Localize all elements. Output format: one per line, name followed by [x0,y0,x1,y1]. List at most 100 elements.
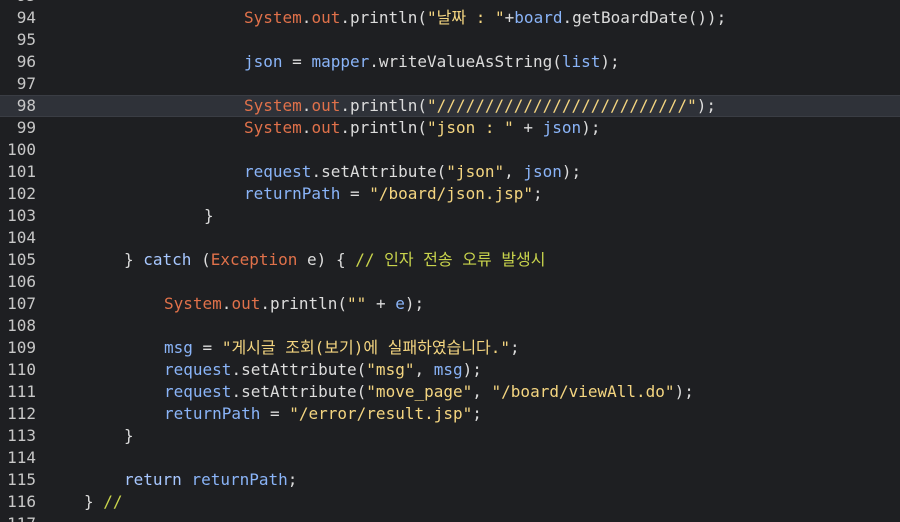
code-token: request [164,360,232,379]
code-line[interactable]: 112 returnPath = "/error/result.jsp"; [0,403,900,425]
code-token: } [124,426,134,445]
code-text: json = mapper.writeValueAsString(list); [244,51,620,73]
code-text: } // [84,491,123,513]
line-number: 114 [7,448,36,467]
code-line[interactable]: 117 [0,513,900,522]
code-line[interactable]: 105} catch (Exception e) { // 인자 전송 오류 발… [0,249,900,271]
code-token: = [192,338,222,357]
code-line[interactable]: 114 [0,447,900,469]
line-number: 108 [7,316,36,335]
code-text: System.out.println("날짜 : "+board.getBoar… [244,7,726,29]
code-token: "/error/result.jsp" [289,404,473,423]
code-line[interactable]: 100 [0,139,900,161]
code-token: . [301,8,312,27]
code-token: System [244,96,302,115]
code-text: } [204,205,214,227]
code-text: System.out.println("////////////////////… [244,96,716,116]
code-token: ); [462,360,482,379]
code-token: + [504,8,515,27]
code-token: json [244,52,283,71]
code-line[interactable]: 102 returnPath = "/board/json.jsp"; [0,183,900,205]
code-token: , [504,162,524,181]
code-line[interactable]: 116} // [0,491,900,513]
line-number: 105 [7,250,36,269]
code-token: .setAttribute( [311,162,447,181]
line-number: 100 [7,140,36,159]
code-text: returnPath = "/board/json.jsp"; [244,183,543,205]
code-token: request [244,162,312,181]
code-line[interactable]: 103} [0,205,900,227]
code-token: "/board/json.jsp" [369,184,533,203]
code-line[interactable]: 104 [0,227,900,249]
code-token: returnPath [191,470,288,489]
code-line[interactable]: 111 request.setAttribute("move_page", "/b… [0,381,900,403]
code-token: "/board/viewAll.do" [491,382,675,401]
line-number: 95 [16,30,36,49]
code-line[interactable]: 110 request.setAttribute("msg", msg); [0,359,900,381]
code-token: .writeValueAsString( [369,52,562,71]
code-token: Exception [210,250,298,269]
code-text: } [124,425,134,447]
code-line[interactable]: 107 System.out.println("" + e); [0,293,900,315]
code-token: System [164,294,222,313]
code-token: "msg" [366,360,415,379]
code-text: returnPath = "/error/result.jsp"; [164,403,482,425]
code-line[interactable]: 98 System.out.println("//////////////////… [0,95,900,117]
code-token: ); [561,162,582,181]
code-token: "날짜 : " [427,8,505,27]
code-line[interactable]: 94 System.out.println("날짜 : "+board.getBo… [0,7,900,29]
line-number: 107 [7,294,36,313]
code-line[interactable]: 108 [0,315,900,337]
code-line[interactable]: 95 [0,0,900,7]
line-number: 102 [7,184,36,203]
code-line[interactable]: 99 System.out.println("json : " + json); [0,117,900,139]
code-token: + [366,294,396,313]
code-token: System [244,118,302,137]
code-token: "json : " [427,118,514,137]
code-token: .setAttribute( [231,360,367,379]
code-line[interactable]: 113} [0,425,900,447]
line-number: 104 [7,228,36,247]
line-number: 113 [7,426,36,445]
code-token: list [561,52,601,71]
line-number: 111 [7,382,36,401]
code-line[interactable]: 95 [0,29,900,51]
code-text: return returnPath; [124,469,297,491]
line-number: 96 [16,52,36,71]
code-editor[interactable]: 9594System.out.println("날짜 : "+board.get… [0,0,900,522]
line-number: 117 [0,513,36,522]
line-number: 97 [16,74,36,93]
code-token: } [84,492,104,511]
code-line[interactable]: 115 return returnPath; [0,469,900,491]
code-token: .println( [340,118,428,137]
code-token: json [542,118,582,137]
code-line[interactable]: 96 json = mapper.writeValueAsString(list)… [0,51,900,73]
line-number: 98 [16,96,36,115]
code-token: "json" [446,162,505,181]
code-token: return [124,470,182,489]
code-token: } [204,206,214,225]
line-number: 95 [0,0,36,7]
code-token: json [523,162,562,181]
code-token: . [301,96,312,115]
line-number: 115 [7,470,36,489]
code-token: returnPath [244,184,341,203]
code-token: "" [347,294,367,313]
code-line[interactable]: 109 msg = "게시글 조회(보기)에 실패하였습니다."; [0,337,900,359]
code-text: msg = "게시글 조회(보기)에 실패하였습니다."; [164,337,520,359]
code-token: = [282,52,312,71]
code-line[interactable]: 101 request.setAttribute("json", json); [0,161,900,183]
code-line[interactable]: 106 [0,271,900,293]
line-number: 101 [7,162,36,181]
code-token: , [414,360,434,379]
code-token: e) { [297,250,356,269]
code-line[interactable]: 97 [0,73,900,95]
code-token: board [514,8,563,27]
code-token: ; [533,184,543,203]
code-token: mapper [311,52,370,71]
line-number: 109 [7,338,36,357]
code-text: System.out.println("" + e); [164,293,424,315]
code-token: out [311,8,341,27]
code-token: "//////////////////////////" [427,96,697,115]
line-number: 103 [7,206,36,225]
